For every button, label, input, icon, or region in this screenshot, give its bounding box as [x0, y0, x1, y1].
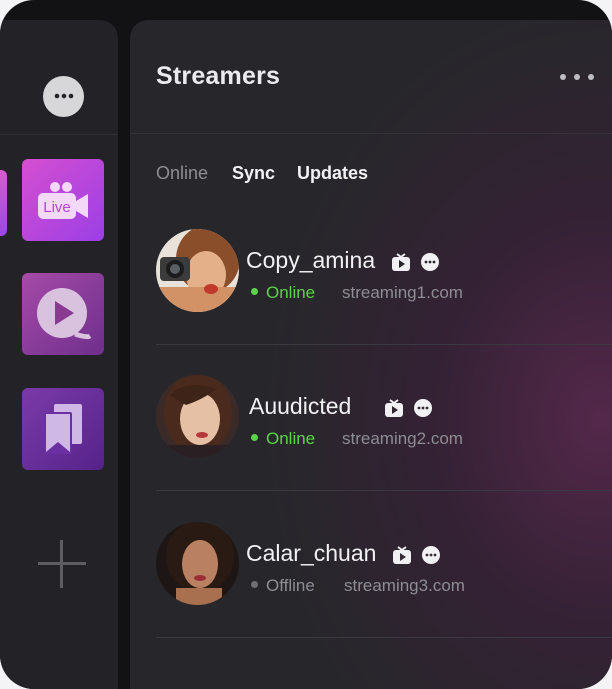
status-badge: Online: [251, 283, 315, 303]
chat-icon[interactable]: [413, 398, 433, 418]
streamer-name: Auudicted: [249, 393, 352, 419]
live-tv-icon: [393, 546, 411, 564]
streamer-name: Calar_chuan: [246, 540, 377, 566]
tab-updates[interactable]: Updates: [297, 163, 368, 184]
page-title: Streamers: [156, 62, 281, 90]
tab-online[interactable]: Online: [156, 163, 208, 184]
streamer-row[interactable]: Calar_chuan Offline streaming3.com: [156, 492, 612, 638]
more-options-icon[interactable]: [560, 72, 594, 82]
chat-icon[interactable]: [421, 545, 441, 565]
tab-sync[interactable]: Sync: [232, 163, 275, 184]
sidebar-item-bookmarks[interactable]: [22, 388, 104, 470]
sidebar: Live: [0, 20, 118, 689]
row-divider: [156, 490, 612, 491]
streamer-site: streaming2.com: [342, 429, 463, 448]
play-icon: [37, 288, 91, 340]
streamer-site: streaming3.com: [344, 576, 465, 595]
streamer-row[interactable]: Copy_amina Online streaming1.com: [156, 199, 612, 345]
live-tv-icon: [385, 399, 403, 417]
sidebar-divider: [0, 134, 118, 135]
live-camera-icon: Live: [38, 182, 88, 219]
streamer-site: streaming1.com: [342, 283, 463, 302]
status-badge: Offline: [251, 576, 315, 596]
status-badge: Online: [251, 429, 315, 449]
streamer-row[interactable]: Auudicted Online streaming2.com: [156, 345, 612, 491]
plus-icon[interactable]: [38, 540, 86, 588]
avatar: [156, 522, 239, 605]
bookmark-stack-icon: [44, 404, 82, 454]
live-tv-icon: [392, 253, 410, 271]
sidebar-item-live[interactable]: Live: [22, 159, 104, 241]
chat-icon[interactable]: [420, 252, 440, 272]
active-indicator: [0, 170, 7, 236]
main-panel: Streamers Online Sync Updates Copy_amina…: [130, 20, 612, 689]
sidebar-item-play[interactable]: [22, 273, 104, 355]
streamer-name: Copy_amina: [246, 247, 376, 273]
live-label: Live: [43, 199, 71, 216]
chat-bubble-icon[interactable]: [43, 76, 84, 117]
header-divider: [130, 133, 612, 134]
avatar: [156, 375, 239, 458]
avatar: [156, 229, 239, 312]
app-window: Live Streamers Online Sync Updates Copy_…: [0, 0, 612, 689]
row-divider: [156, 637, 612, 638]
